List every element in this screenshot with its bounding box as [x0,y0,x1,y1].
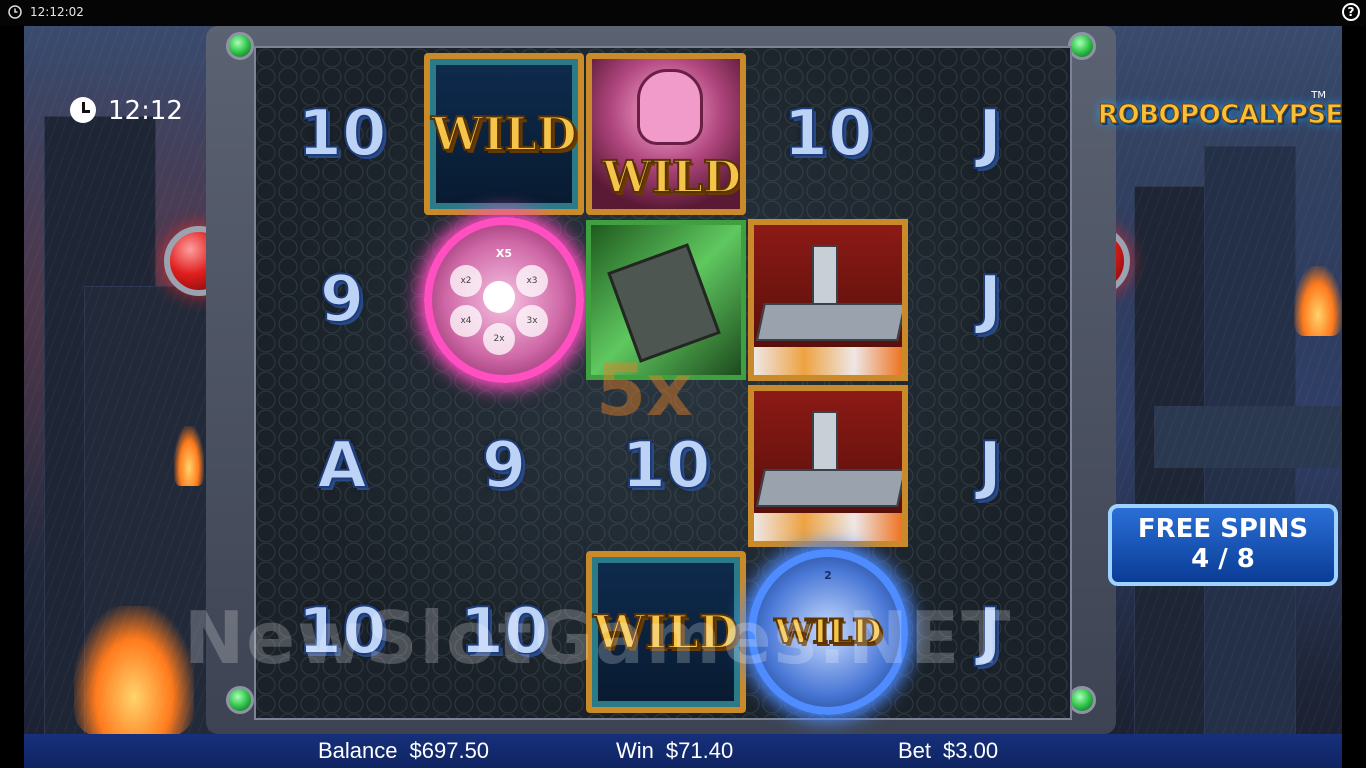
balance-display: Balance $697.50 [318,738,489,764]
multiplier-overlay: 5x [596,348,693,432]
balance-value: $697.50 [409,738,490,763]
game-logo: ROBOPOCALYPSE TM [1098,90,1343,131]
symbol-pink-robot-wild: WILD [586,53,746,215]
symbol-jack: J [977,262,1003,338]
watermark: NewSlotGames.NET [184,596,1013,680]
bet-value: $3.00 [943,738,999,763]
symbol-ace: A [316,428,368,504]
symbol-nine: 9 [481,428,528,504]
symbol-wild: WILD [424,53,584,215]
system-time: 12:12:02 [30,5,84,19]
help-button[interactable]: ? [1342,3,1360,21]
clock-icon [70,97,96,123]
balance-label: Balance [318,738,398,763]
symbol-nine: 9 [319,262,366,338]
clock-icon [8,5,22,19]
symbol-ten: 10 [782,96,873,172]
bet-label: Bet [898,738,932,763]
symbol-jack: J [977,96,1003,172]
game-clock: 12:12 [70,96,183,126]
symbol-revolver-pink: X5 x2 x3 x4 3x 2x [424,217,584,383]
frame-light-icon [226,32,254,60]
status-bar: Balance $697.50 Win $71.40 Bet $3.00 [24,734,1342,768]
symbol-ten: 10 [296,96,387,172]
symbol-jack: J [977,428,1003,504]
symbol-battleship [748,219,908,381]
win-value: $71.40 [665,738,734,763]
frame-light-icon [226,686,254,714]
frame-light-icon [1068,686,1096,714]
game-clock-time: 12:12 [108,96,183,126]
win-display: Win $71.40 [616,738,733,764]
game-stage: 12:12 10 9 A 10 WILD X5 x2 x3 x4 3x 2x 9… [24,26,1342,734]
system-bar: 12:12:02 ? [0,0,1366,26]
free-spins-counter: FREE SPINS 4 / 8 [1108,504,1338,586]
symbol-battleship [748,385,908,547]
bet-display: Bet $3.00 [898,738,998,764]
win-label: Win [616,738,654,763]
frame-light-icon [1068,32,1096,60]
